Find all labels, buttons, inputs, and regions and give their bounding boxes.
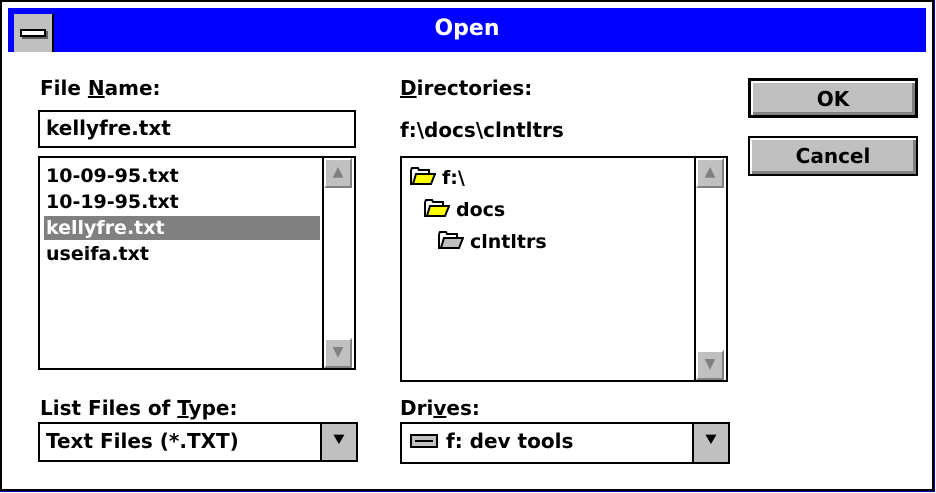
scroll-up-arrow-icon[interactable]: ▲ <box>696 158 724 188</box>
title-bar[interactable]: Open <box>8 8 926 52</box>
file-list-scrollbar[interactable]: ▲ ▼ <box>322 158 354 368</box>
file-type-value: Text Files (*.TXT) <box>46 429 239 453</box>
scroll-down-arrow-icon[interactable]: ▼ <box>324 338 352 368</box>
directories-label: Directories: <box>400 76 533 100</box>
scroll-up-arrow-icon[interactable]: ▲ <box>324 158 352 188</box>
dropdown-arrow-icon[interactable]: ⯆ <box>692 424 728 462</box>
directory-item[interactable]: clntltrs <box>438 230 547 255</box>
open-dialog: Open File Name: kellyfre.txt 10-09-95.tx… <box>0 0 935 492</box>
folder-open-icon <box>410 166 437 191</box>
scroll-down-arrow-icon[interactable]: ▼ <box>696 350 724 380</box>
directory-name: docs <box>456 199 506 221</box>
folder-open-current-icon <box>438 230 465 255</box>
drive-value: f: dev tools <box>446 429 574 453</box>
directory-tree[interactable]: f:\ docs clntltrs ▲ ▼ <box>400 156 728 382</box>
drives-dropdown[interactable]: f: dev tools ⯆ <box>400 422 730 464</box>
folder-open-icon <box>424 198 451 223</box>
file-name-label: File Name: <box>40 76 161 100</box>
file-list-item[interactable]: 10-19-95.txt <box>46 190 179 214</box>
directory-name: clntltrs <box>470 231 547 253</box>
directory-name: f:\ <box>442 167 465 189</box>
ok-button[interactable]: OK <box>748 78 918 118</box>
cancel-button[interactable]: Cancel <box>748 136 918 176</box>
file-type-dropdown[interactable]: Text Files (*.TXT) ⯆ <box>38 422 358 462</box>
drives-label: Drives: <box>400 396 480 420</box>
directory-item[interactable]: f:\ <box>410 166 465 191</box>
directory-scrollbar[interactable]: ▲ ▼ <box>694 158 726 380</box>
file-type-label: List Files of Type: <box>40 396 238 420</box>
window-title: Open <box>434 16 500 41</box>
dropdown-arrow-icon[interactable]: ⯆ <box>320 424 356 460</box>
file-name-input[interactable]: kellyfre.txt <box>38 110 356 148</box>
file-list-item[interactable]: useifa.txt <box>46 242 149 266</box>
current-directory-path: f:\docs\clntltrs <box>400 118 564 142</box>
file-list-item[interactable]: kellyfre.txt <box>44 216 320 240</box>
file-list-item[interactable]: 10-09-95.txt <box>46 164 179 188</box>
drive-icon <box>410 433 438 448</box>
directory-item[interactable]: docs <box>424 198 505 223</box>
file-list[interactable]: 10-09-95.txt 10-19-95.txt kellyfre.txt usei… <box>38 156 356 370</box>
